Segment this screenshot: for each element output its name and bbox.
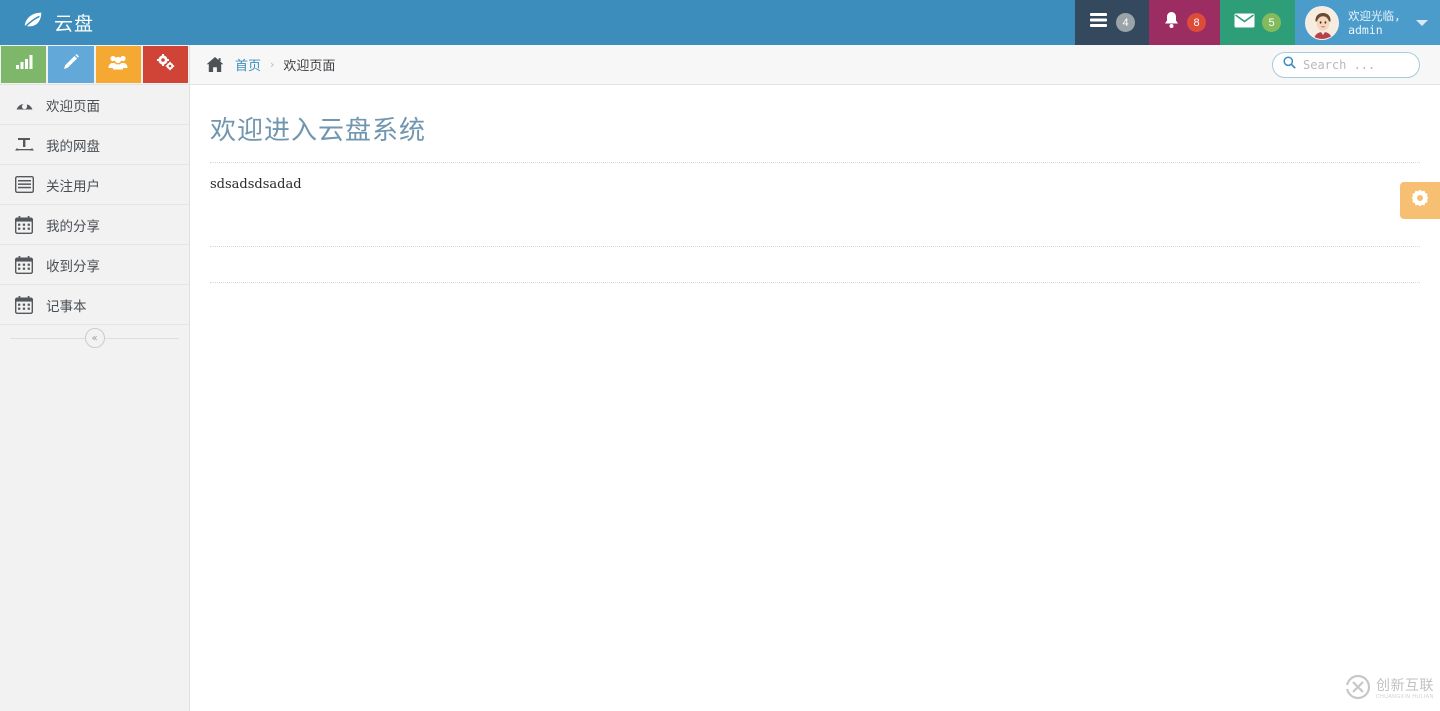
sidebar-item-label: 我的分享 xyxy=(46,218,100,235)
sidebar: 欢迎页面 我的网盘 关注用户 我的分享 收到分享 记事本 « xyxy=(0,45,190,711)
user-menu[interactable]: 欢迎光临, admin xyxy=(1295,0,1440,45)
leaf-icon xyxy=(22,9,44,36)
sidebar-item-label: 我的网盘 xyxy=(46,138,100,155)
main-content: 欢迎进入云盘系统 sdsadsdsadad xyxy=(190,86,1440,711)
stats-button[interactable] xyxy=(1,46,47,83)
content-body-text: sdsadsdsadad xyxy=(210,177,302,192)
tasks-badge: 4 xyxy=(1116,13,1136,32)
sidebar-item-welcome[interactable]: 欢迎页面 xyxy=(0,85,189,125)
app-title: 云盘 xyxy=(54,13,95,35)
sidebar-item-label: 记事本 xyxy=(46,298,87,315)
messages-menu[interactable]: 5 xyxy=(1220,0,1296,45)
user-name: admin xyxy=(1348,22,1383,37)
calendar-icon xyxy=(12,295,36,314)
sidebar-quick-actions xyxy=(0,45,189,85)
calendar-icon xyxy=(12,215,36,234)
pencil-icon xyxy=(62,53,80,76)
page-title: 欢迎进入云盘系统 xyxy=(210,116,427,146)
calendar-icon xyxy=(12,255,36,274)
group-icon xyxy=(108,54,128,75)
envelope-icon xyxy=(1234,13,1255,33)
text-height-icon xyxy=(12,135,36,154)
tasks-menu[interactable]: 4 xyxy=(1075,0,1150,45)
settings-button[interactable] xyxy=(142,46,188,83)
edit-button[interactable] xyxy=(48,46,94,83)
sidebar-item-mydisk[interactable]: 我的网盘 xyxy=(0,125,189,165)
notifications-badge: 8 xyxy=(1187,13,1207,32)
breadcrumb-current: 欢迎页面 xyxy=(283,59,336,74)
header-nav-group: 4 8 5 欢迎光临, admin xyxy=(1075,0,1440,45)
list-icon xyxy=(12,176,36,193)
search-input[interactable] xyxy=(1303,57,1409,72)
messages-badge: 5 xyxy=(1262,13,1282,32)
avatar xyxy=(1305,5,1340,40)
users-button[interactable] xyxy=(95,46,141,83)
divider-bottom xyxy=(210,282,1420,283)
settings-fab-button[interactable] xyxy=(1400,182,1440,219)
top-header-bar: 云盘 4 8 5 欢迎光临, admin xyxy=(0,0,1440,45)
sidebar-item-notebook[interactable]: 记事本 xyxy=(0,285,189,325)
chevron-down-icon[interactable] xyxy=(1416,19,1428,26)
sidebar-item-label: 收到分享 xyxy=(46,258,100,275)
tasks-icon xyxy=(1089,11,1109,34)
gears-icon xyxy=(156,53,175,76)
bar-chart-icon xyxy=(15,54,33,75)
bell-icon xyxy=(1163,11,1180,34)
divider-middle xyxy=(210,246,1420,247)
notifications-menu[interactable]: 8 xyxy=(1149,0,1221,45)
user-greeting-block: 欢迎光临, admin xyxy=(1348,9,1401,37)
sidebar-item-label: 欢迎页面 xyxy=(46,98,100,115)
dashboard-icon xyxy=(12,95,36,114)
gear-icon xyxy=(1410,188,1430,213)
home-icon[interactable] xyxy=(206,56,224,73)
sidebar-item-label: 关注用户 xyxy=(46,178,100,195)
sidebar-collapse-row: « xyxy=(0,325,189,351)
divider-top xyxy=(210,162,1420,163)
user-greeting: 欢迎光临, xyxy=(1348,8,1401,23)
breadcrumb-separator: › xyxy=(270,58,275,71)
sidebar-item-received-shares[interactable]: 收到分享 xyxy=(0,245,189,285)
header-spacer xyxy=(190,0,1075,45)
sidebar-item-followed-users[interactable]: 关注用户 xyxy=(0,165,189,205)
search-icon xyxy=(1283,55,1296,74)
breadcrumb-bar: 首页 › 欢迎页面 xyxy=(190,45,1440,85)
sidebar-collapse-button[interactable]: « xyxy=(84,328,105,348)
sidebar-menu: 欢迎页面 我的网盘 关注用户 我的分享 收到分享 记事本 xyxy=(0,85,189,325)
app-logo[interactable]: 云盘 xyxy=(0,0,190,45)
breadcrumb-home-link[interactable]: 首页 xyxy=(235,55,261,74)
search-box[interactable] xyxy=(1272,51,1420,78)
sidebar-item-my-shares[interactable]: 我的分享 xyxy=(0,205,189,245)
